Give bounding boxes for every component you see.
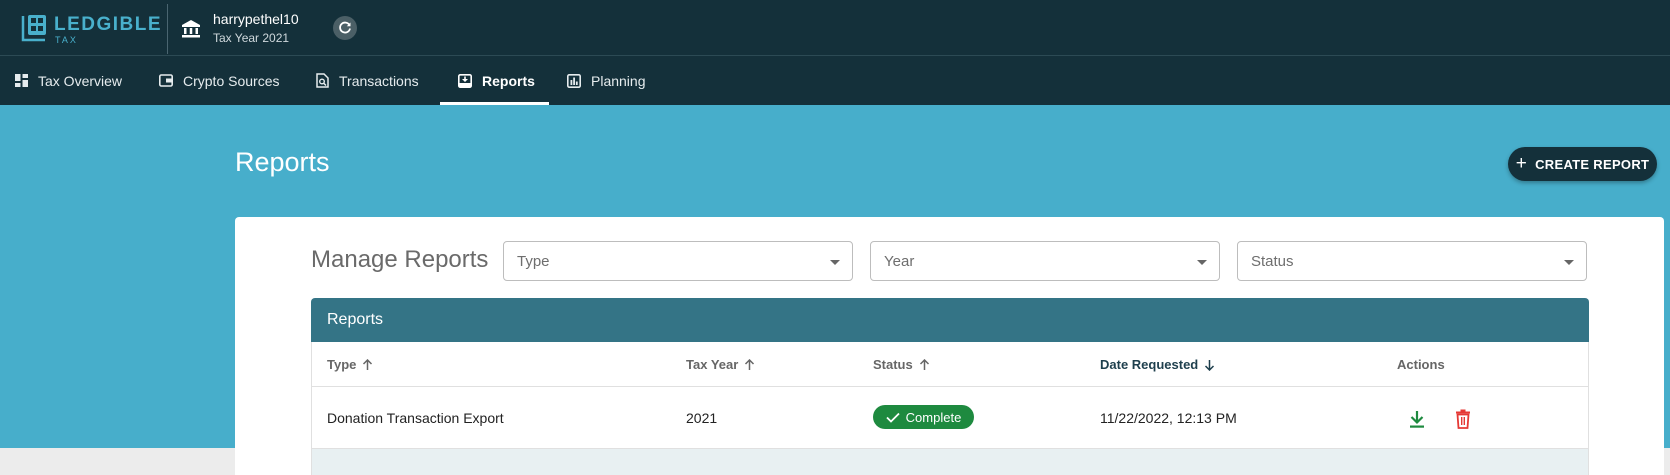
nav-crypto-sources[interactable]: Crypto Sources [159, 56, 279, 105]
nav-label: Transactions [339, 72, 419, 89]
download-icon[interactable] [1406, 408, 1428, 430]
dropdown-caret-icon [1564, 260, 1574, 265]
arrow-up-icon [363, 358, 373, 370]
nav-planning[interactable]: Planning [567, 56, 646, 105]
reports-table-title-bar: Reports [311, 298, 1589, 342]
reports-table: Type Tax Year Status Date Requested Acti… [311, 342, 1589, 475]
table-row [312, 449, 1588, 475]
arrow-down-icon [1205, 359, 1215, 371]
dropdown-caret-icon [1197, 260, 1207, 265]
logo-wordmark: LEDGIBLE [54, 14, 163, 35]
divider [167, 4, 168, 54]
nav-label: Tax Overview [38, 72, 123, 89]
divider [312, 386, 1588, 387]
nav-label: Crypto Sources [183, 72, 280, 89]
bank-icon [182, 20, 200, 38]
checkmark-icon [886, 412, 900, 423]
type-filter-select[interactable]: Type [503, 241, 853, 281]
status-badge: Complete [873, 405, 974, 429]
manage-reports-title: Manage Reports [311, 246, 489, 273]
year-filter-select[interactable]: Year [870, 241, 1220, 281]
dropdown-caret-icon [830, 260, 840, 265]
account-name: harrypethel10 [213, 11, 299, 27]
reports-table-title: Reports [327, 311, 384, 328]
column-header-label: Actions [1397, 357, 1445, 372]
nav-transactions[interactable]: Transactions [316, 56, 419, 105]
arrow-up-icon [919, 358, 929, 370]
column-header-label: Tax Year [686, 357, 739, 372]
logo-subtitle: TAX [55, 35, 78, 45]
status-filter-select[interactable]: Status [1237, 241, 1587, 281]
column-header-status[interactable]: Status [873, 357, 930, 372]
bar-chart-icon [567, 73, 581, 88]
inbox-download-icon [458, 73, 472, 88]
row-type-cell: Donation Transaction Export [327, 410, 504, 426]
ledgible-logo[interactable]: LEDGIBLE TAX [20, 13, 161, 45]
column-header-date-requested[interactable]: Date Requested [1100, 357, 1215, 372]
page-title: Reports [235, 147, 330, 177]
plus-icon: + [1515, 153, 1528, 174]
dashboard-icon [15, 74, 28, 87]
nav-label: Planning [591, 72, 646, 89]
create-report-button[interactable]: + CREATE REPORT [1508, 147, 1657, 181]
nav-reports[interactable]: Reports [458, 56, 535, 105]
column-header-label: Status [873, 357, 913, 372]
column-header-type[interactable]: Type [327, 357, 373, 372]
nav-label: Reports [482, 72, 535, 89]
nav-tax-overview[interactable]: Tax Overview [15, 56, 122, 105]
year-filter-placeholder: Year [884, 253, 915, 270]
row-tax-year-cell: 2021 [686, 410, 718, 426]
logo-mark-icon [21, 15, 46, 42]
refresh-button[interactable] [333, 16, 357, 40]
status-filter-placeholder: Status [1251, 253, 1294, 270]
type-filter-placeholder: Type [517, 253, 550, 270]
refresh-icon [339, 21, 351, 34]
column-header-tax-year[interactable]: Tax Year [686, 357, 755, 372]
create-report-label: CREATE REPORT [1535, 156, 1650, 172]
top-bar: LEDGIBLE TAX harrypethel10 Tax Year 2021 [0, 0, 1670, 56]
status-label: Complete [905, 409, 962, 425]
arrow-up-icon [745, 358, 755, 370]
delete-icon[interactable] [1452, 408, 1474, 430]
column-header-label: Date Requested [1100, 357, 1199, 372]
account-tax-year: Tax Year 2021 [213, 31, 290, 45]
column-header-label: Type [327, 357, 357, 372]
document-search-icon [316, 73, 329, 88]
column-header-actions: Actions [1397, 357, 1445, 372]
main-nav: Tax Overview Crypto Sources Transactions… [0, 56, 1670, 105]
wallet-icon [159, 74, 173, 87]
row-date-cell: 11/22/2022, 12:13 PM [1100, 410, 1237, 426]
